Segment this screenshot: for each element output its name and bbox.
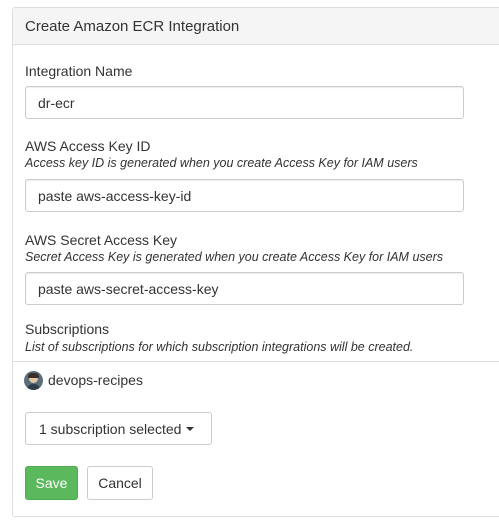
subscriptions-label: Subscriptions (25, 321, 110, 337)
secret-key-input[interactable] (25, 272, 464, 305)
integration-name-input[interactable] (25, 86, 464, 119)
secret-key-help: Secret Access Key is generated when you … (25, 250, 444, 264)
subscription-item: devops-recipes (24, 370, 143, 390)
subscription-select-label: 1 subscription selected (39, 420, 182, 437)
integration-panel: Create Amazon ECR Integration Integratio… (12, 7, 499, 517)
access-key-input[interactable] (25, 179, 464, 212)
save-button[interactable]: Save (25, 466, 78, 500)
access-key-help: Access key ID is generated when you crea… (25, 156, 418, 170)
caret-down-icon (186, 426, 195, 431)
panel-title: Create Amazon ECR Integration (13, 8, 499, 45)
subscription-name: devops-recipes (48, 372, 143, 388)
secret-key-label: AWS Secret Access Key (25, 232, 177, 248)
integration-name-label: Integration Name (25, 63, 133, 79)
subscriptions-help: List of subscriptions for which subscrip… (25, 340, 414, 354)
divider (13, 361, 499, 362)
subscription-select-dropdown[interactable]: 1 subscription selected (25, 412, 212, 445)
cancel-button[interactable]: Cancel (87, 466, 153, 500)
avatar-icon (24, 370, 43, 390)
access-key-label: AWS Access Key ID (25, 138, 151, 154)
